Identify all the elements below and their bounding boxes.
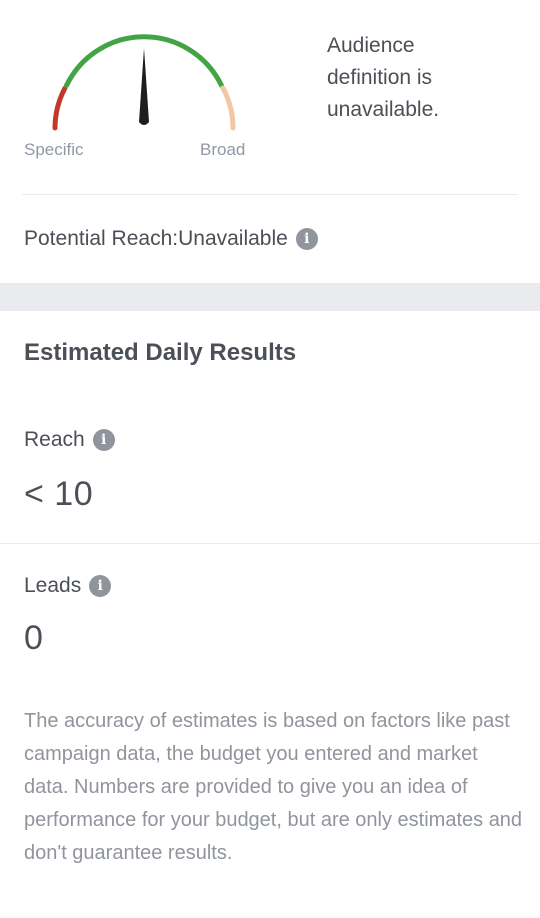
gauge-label-broad: Broad	[200, 140, 246, 159]
audience-definition-panel: Specific Broad Audience definition is un…	[0, 0, 540, 283]
section-separator	[0, 283, 540, 311]
divider	[0, 543, 540, 544]
reach-label-text: Reach	[24, 428, 85, 451]
reach-metric-value: < 10	[24, 475, 94, 513]
divider	[22, 194, 518, 195]
reach-metric-label: Reach i	[24, 428, 115, 452]
gauge-needle	[139, 48, 149, 125]
leads-label-text: Leads	[24, 574, 82, 597]
audience-status-message: Audience definition is unavailable.	[327, 34, 440, 121]
info-icon[interactable]: i	[295, 228, 318, 250]
potential-reach: Potential Reach:Unavailable i	[24, 225, 318, 253]
info-icon[interactable]: i	[92, 429, 115, 451]
estimates-disclaimer: The accuracy of estimates is based on fa…	[24, 710, 523, 864]
leads-metric-value: 0	[24, 619, 44, 657]
potential-reach-text: Potential Reach:Unavailable	[24, 227, 288, 250]
results-title: Estimated Daily Results	[24, 339, 297, 366]
estimated-daily-results-panel: Estimated Daily Results Reach i < 10 Lea…	[0, 311, 540, 918]
gauge-broad-segment	[220, 85, 236, 131]
gauge-specific-segment	[52, 85, 68, 131]
gauge-label-specific: Specific	[24, 140, 84, 159]
leads-metric-label: Leads i	[24, 574, 112, 598]
info-icon[interactable]: i	[89, 575, 112, 597]
